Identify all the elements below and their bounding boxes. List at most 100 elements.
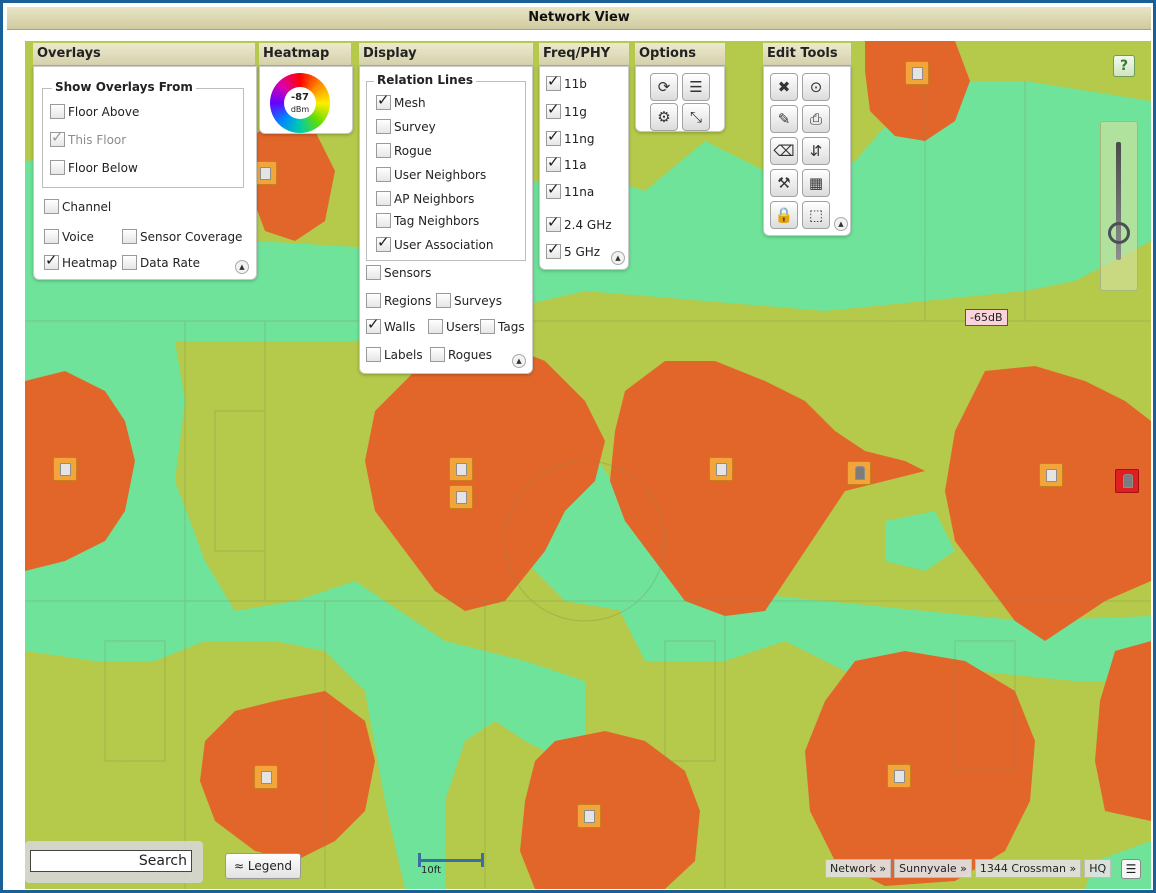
checkbox-box[interactable] [546, 100, 561, 119]
help-button[interactable]: ? [1113, 55, 1135, 77]
access-point-icon[interactable] [1039, 463, 1063, 487]
checkbox-box[interactable] [50, 160, 65, 175]
access-point-icon[interactable] [53, 457, 77, 481]
data-rate-checkbox[interactable]: Data Rate [122, 255, 200, 270]
zoom-slider[interactable] [1100, 121, 1138, 291]
rogue-sensor-icon[interactable] [1115, 469, 1139, 493]
checkbox-box[interactable] [546, 72, 561, 91]
rogue-checkbox[interactable]: Rogue [376, 143, 432, 158]
refresh-icon[interactable]: ⟳ [650, 73, 678, 101]
checkbox-box[interactable] [366, 293, 381, 308]
access-point-icon[interactable] [449, 485, 473, 509]
user-neighbors-checkbox[interactable]: User Neighbors [376, 167, 486, 182]
checkbox-box[interactable] [546, 180, 561, 199]
freq-11a-checkbox[interactable]: 11a [546, 153, 587, 172]
checkbox-box[interactable] [376, 143, 391, 158]
breadcrumb-network[interactable]: Network » [825, 859, 892, 878]
survey-checkbox[interactable]: Survey [376, 119, 436, 134]
checkbox-box[interactable] [436, 293, 451, 308]
target-icon[interactable]: ⊙ [802, 73, 830, 101]
labels-checkbox[interactable]: Labels [366, 347, 423, 362]
freq-11ng-checkbox[interactable]: 11ng [546, 127, 595, 146]
checkbox-box[interactable] [546, 240, 561, 259]
tag-neighbors-checkbox[interactable]: Tag Neighbors [376, 213, 479, 228]
wall-icon[interactable]: ▦ [802, 169, 830, 197]
checkbox-box[interactable] [44, 229, 59, 244]
checkbox-box[interactable] [480, 319, 495, 334]
edit-tools-header[interactable]: Edit Tools [763, 43, 851, 66]
fullscreen-icon[interactable]: ⤡ [682, 103, 710, 131]
access-point-icon[interactable] [887, 764, 911, 788]
checkbox-box[interactable] [122, 229, 137, 244]
checkbox-box[interactable] [546, 213, 561, 232]
list-view-icon[interactable]: ☰ [1121, 859, 1141, 879]
floor-above-checkbox[interactable]: Floor Above [50, 104, 139, 119]
list-icon[interactable]: ☰ [682, 73, 710, 101]
remove-ap-icon[interactable]: ✖ [770, 73, 798, 101]
freq-header[interactable]: Freq/PHY [539, 43, 629, 66]
sensor-coverage-checkbox[interactable]: Sensor Coverage [122, 229, 242, 244]
checkbox-box[interactable] [546, 153, 561, 172]
heatmap-checkbox[interactable]: Heatmap [44, 251, 117, 270]
checkbox-box[interactable] [376, 233, 391, 252]
surveys-checkbox[interactable]: Surveys [436, 293, 502, 308]
search-input[interactable]: Search [30, 850, 192, 872]
overlays-header[interactable]: Overlays [33, 43, 255, 66]
measure-icon[interactable]: ⇵ [802, 137, 830, 165]
checkbox-box[interactable] [44, 199, 59, 214]
access-point-icon[interactable] [449, 457, 473, 481]
checkbox-box[interactable] [50, 104, 65, 119]
regions-checkbox[interactable]: Regions [366, 293, 431, 308]
collapse-edit-tools-icon[interactable]: ▲ [834, 217, 848, 231]
voice-checkbox[interactable]: Voice [44, 229, 94, 244]
options-header[interactable]: Options [635, 43, 725, 66]
sensors-checkbox[interactable]: Sensors [366, 265, 431, 280]
checkbox-box[interactable] [366, 315, 381, 334]
sensor-icon[interactable] [847, 461, 871, 485]
checkbox-box[interactable] [376, 91, 391, 110]
lock-icon[interactable]: 🔒 [770, 201, 798, 229]
checkbox-box[interactable] [376, 119, 391, 134]
users-checkbox[interactable]: Users [428, 319, 480, 334]
tags-checkbox[interactable]: Tags [480, 319, 525, 334]
rogues-checkbox[interactable]: Rogues [430, 347, 492, 362]
freq-11g-checkbox[interactable]: 11g [546, 100, 587, 119]
display-header[interactable]: Display [359, 43, 533, 66]
collapse-overlays-icon[interactable]: ▲ [235, 260, 249, 274]
freq-11na-checkbox[interactable]: 11na [546, 180, 594, 199]
checkbox-box[interactable] [376, 191, 391, 206]
checkbox-box[interactable] [376, 213, 391, 228]
mesh-checkbox[interactable]: Mesh [376, 91, 426, 110]
checkbox-box[interactable] [430, 347, 445, 362]
legend-button[interactable]: ≈ Legend [225, 853, 301, 879]
region-icon[interactable]: ⬚ [802, 201, 830, 229]
floor-below-checkbox[interactable]: Floor Below [50, 160, 138, 175]
checkbox-box[interactable] [376, 167, 391, 182]
checkbox-box[interactable] [44, 251, 59, 270]
collapse-freq-icon[interactable]: ▲ [611, 251, 625, 265]
access-point-icon[interactable] [254, 765, 278, 789]
ap-neighbors-checkbox[interactable]: AP Neighbors [376, 191, 474, 206]
ap-tool-icon[interactable]: ⚒ [770, 169, 798, 197]
checkbox-box[interactable] [366, 347, 381, 362]
printer-icon[interactable]: ⎙ [802, 105, 830, 133]
breadcrumb-building[interactable]: 1344 Crossman » [974, 859, 1082, 878]
pin-icon[interactable]: ✎ [770, 105, 798, 133]
collapse-display-icon[interactable]: ▲ [512, 354, 526, 368]
freq-11b-checkbox[interactable]: 11b [546, 72, 587, 91]
checkbox-box[interactable] [122, 255, 137, 270]
access-point-icon[interactable] [905, 61, 929, 85]
checkbox-box[interactable] [366, 265, 381, 280]
checkbox-box[interactable] [546, 127, 561, 146]
checkbox-box[interactable] [428, 319, 443, 334]
walls-checkbox[interactable]: Walls [366, 315, 415, 334]
breadcrumb-floor[interactable]: HQ [1084, 859, 1112, 878]
zoom-handle[interactable] [1108, 222, 1130, 244]
access-point-icon[interactable] [577, 804, 601, 828]
user-association-checkbox[interactable]: User Association [376, 233, 494, 252]
eraser-icon[interactable]: ⌫ [770, 137, 798, 165]
heatmap-header[interactable]: Heatmap [259, 43, 351, 66]
freq-5ghz-checkbox[interactable]: 5 GHz [546, 240, 600, 259]
freq-24ghz-checkbox[interactable]: 2.4 GHz [546, 213, 612, 232]
channel-checkbox[interactable]: Channel [44, 199, 111, 214]
